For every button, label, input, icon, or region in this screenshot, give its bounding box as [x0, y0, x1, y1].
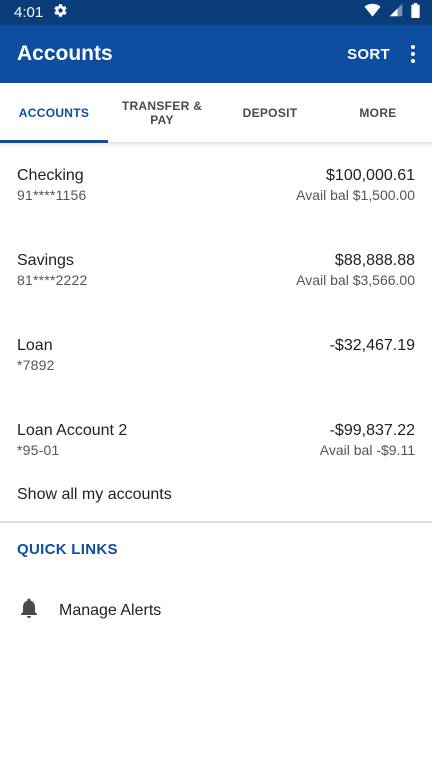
account-info: Loan Account 2 *95-01 [17, 420, 127, 483]
account-name: Loan Account 2 [17, 422, 128, 439]
overflow-dot [411, 52, 415, 56]
accounts-list: Checking 91****1156 $100,000.61 Avail ba… [0, 143, 432, 483]
tab-deposit[interactable]: DEPOSIT [216, 83, 324, 142]
account-balances: -$99,837.22 Avail bal -$9.11 [320, 420, 415, 483]
account-balance: -$99,837.22 [329, 422, 415, 439]
account-info: Loan *7892 [17, 335, 55, 398]
app-actions: SORT [347, 45, 418, 63]
account-number: *7892 [17, 357, 55, 373]
account-row-checking[interactable]: Checking 91****1156 $100,000.61 Avail ba… [0, 143, 432, 228]
quick-links-heading: QUICK LINKS [17, 540, 118, 558]
signal-icon [389, 3, 403, 22]
account-balance: -$32,467.19 [329, 337, 415, 354]
tab-transfer-pay[interactable]: TRANSFER & PAY [108, 83, 216, 142]
account-info: Savings 81****2222 [17, 250, 88, 313]
account-info: Checking 91****1156 [17, 165, 86, 228]
account-number: 91****1156 [17, 187, 87, 203]
account-balances: $100,000.61 Avail bal $1,500.00 [296, 165, 415, 228]
status-right [364, 2, 420, 23]
available-balance: Avail bal $1,500.00 [296, 187, 415, 203]
account-balances: -$32,467.19 [330, 335, 415, 398]
available-balance: Avail bal $3,566.00 [296, 272, 415, 288]
account-balance: $88,888.88 [334, 252, 415, 269]
overflow-dot [411, 59, 415, 63]
account-name: Savings [17, 252, 74, 269]
tab-more[interactable]: MORE [324, 83, 432, 142]
overflow-dot [411, 45, 415, 49]
wifi-icon [364, 3, 381, 22]
account-row-loan[interactable]: Loan *7892 -$32,467.19 [0, 313, 432, 398]
status-left: 4:01 [14, 3, 68, 23]
page-title: Accounts [17, 42, 113, 65]
account-balances: $88,888.88 Avail bal $3,566.00 [296, 250, 415, 313]
quick-link-manage-alerts[interactable]: Manage Alerts [0, 583, 432, 638]
account-number: 81****2222 [17, 272, 88, 288]
bell-icon [17, 595, 41, 626]
account-balance: $100,000.61 [326, 167, 415, 184]
account-name: Loan [17, 337, 53, 354]
app-bar: Accounts SORT [0, 25, 432, 83]
tab-bar: ACCOUNTS TRANSFER & PAY DEPOSIT MORE [0, 83, 432, 143]
sort-button[interactable]: SORT [347, 46, 390, 63]
tab-accounts[interactable]: ACCOUNTS [0, 83, 108, 143]
account-row-savings[interactable]: Savings 81****2222 $88,888.88 Avail bal … [0, 228, 432, 313]
gear-icon [53, 3, 68, 23]
overflow-menu-icon[interactable] [408, 45, 418, 63]
available-balance: Avail bal -$9.11 [319, 442, 415, 458]
status-time: 4:01 [14, 4, 44, 21]
quick-link-label: Manage Alerts [59, 601, 162, 619]
account-number: *95-01 [17, 442, 60, 458]
status-bar: 4:01 [0, 0, 432, 25]
battery-icon [411, 2, 420, 23]
account-name: Checking [17, 167, 84, 184]
